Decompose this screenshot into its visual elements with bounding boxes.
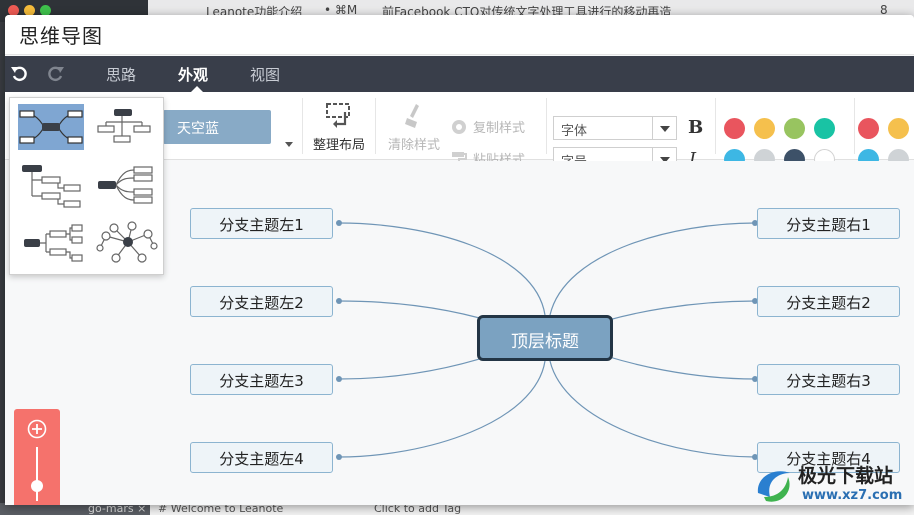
- toolbar-divider: [546, 98, 547, 154]
- layout-option-org-right[interactable]: [92, 104, 158, 150]
- toolbar-divider: [375, 98, 376, 154]
- tab-bar: 思路 外观 视图: [5, 56, 914, 92]
- branch-node-left-1[interactable]: 分支主题左1: [190, 208, 333, 239]
- connector-dot: [336, 376, 342, 382]
- layout-mindmap-icon: [19, 110, 83, 144]
- toolbar-divider: [715, 98, 716, 154]
- connector-dot: [336, 298, 342, 304]
- branch-node-left-3[interactable]: 分支主题左3: [190, 364, 333, 395]
- font-color-swatch[interactable]: [888, 118, 909, 139]
- layout-fishbone-icon: [98, 166, 153, 204]
- branch-node-left-4[interactable]: 分支主题左4: [190, 442, 333, 473]
- connector-right-1: [549, 222, 756, 316]
- connector-right-4: [549, 360, 756, 458]
- redo-icon[interactable]: [45, 64, 65, 84]
- copy-style-label: 复制样式: [473, 121, 526, 136]
- root-topic-node[interactable]: 顶层标题: [477, 315, 613, 361]
- theme-select[interactable]: 天空蓝: [163, 110, 271, 144]
- connector-dot: [336, 454, 342, 460]
- layout-option-tree[interactable]: [18, 220, 84, 266]
- toolbar-divider: [302, 98, 303, 154]
- background-color-swatch[interactable]: [724, 118, 745, 139]
- branch-node-left-2[interactable]: 分支主题左2: [190, 286, 333, 317]
- layout-option-fishbone[interactable]: [92, 162, 158, 208]
- connector-dot: [336, 220, 342, 226]
- watermark-url: www.xz7.com: [802, 488, 903, 503]
- layout-option-mindmap[interactable]: [18, 104, 84, 150]
- toolbar-divider: [854, 98, 855, 154]
- copy-style-icon: [452, 120, 466, 134]
- tab-thinking[interactable]: 思路: [106, 64, 136, 85]
- background-color-swatch[interactable]: [784, 118, 805, 139]
- font-color-swatch[interactable]: [858, 118, 879, 139]
- watermark-text: 极光下载站: [798, 465, 894, 487]
- arrange-layout-button[interactable]: 整理布局: [308, 100, 370, 156]
- arrange-layout-label: 整理布局: [312, 138, 365, 153]
- dialog-title: 思维导图: [19, 24, 103, 48]
- zoom-slider-track[interactable]: [36, 447, 38, 501]
- arrange-layout-icon: [326, 103, 350, 128]
- eraser-brush-icon: [405, 104, 419, 128]
- tab-appearance[interactable]: 外观: [178, 64, 208, 85]
- zoom-control: [14, 409, 60, 505]
- branch-node-right-1[interactable]: 分支主题右1: [757, 208, 900, 239]
- zoom-in-icon[interactable]: [27, 419, 47, 439]
- font-family-placeholder: 字体: [561, 124, 588, 139]
- layout-tree-icon: [24, 224, 83, 262]
- dialog-header: 思维导图: [5, 15, 914, 55]
- branch-node-right-2[interactable]: 分支主题右2: [757, 286, 900, 317]
- mindmap-dialog: 思维导图 思路 外观 视图 天空蓝 整理布局 清除样式 复制样式 字体 B I …: [5, 15, 914, 505]
- clear-style-label: 清除样式: [387, 138, 440, 153]
- connector-left-4: [338, 360, 546, 458]
- chevron-down-icon[interactable]: [285, 142, 293, 147]
- layout-option-org-down[interactable]: [18, 162, 84, 208]
- layout-picker-popup: [9, 97, 164, 275]
- layout-org-right-icon: [97, 109, 151, 143]
- watermark-logo-icon: [757, 471, 790, 502]
- branch-node-right-3[interactable]: 分支主题右3: [757, 364, 900, 395]
- clear-style-button[interactable]: 清除样式: [383, 100, 445, 156]
- background-color-swatch[interactable]: [814, 118, 835, 139]
- layout-network-icon: [96, 221, 158, 263]
- chevron-down-icon[interactable]: [652, 117, 676, 139]
- watermark: 极光下载站 www.xz7.com: [752, 461, 912, 511]
- layout-option-network[interactable]: [92, 220, 158, 266]
- copy-style-button[interactable]: 复制样式: [451, 117, 525, 137]
- zoom-slider-handle[interactable]: [31, 480, 43, 492]
- layout-org-down-icon: [22, 165, 81, 208]
- bold-button[interactable]: B: [688, 117, 706, 138]
- background-color-swatch[interactable]: [754, 118, 775, 139]
- font-family-select[interactable]: 字体: [553, 116, 677, 140]
- undo-icon[interactable]: [10, 64, 30, 84]
- tab-view[interactable]: 视图: [250, 64, 280, 85]
